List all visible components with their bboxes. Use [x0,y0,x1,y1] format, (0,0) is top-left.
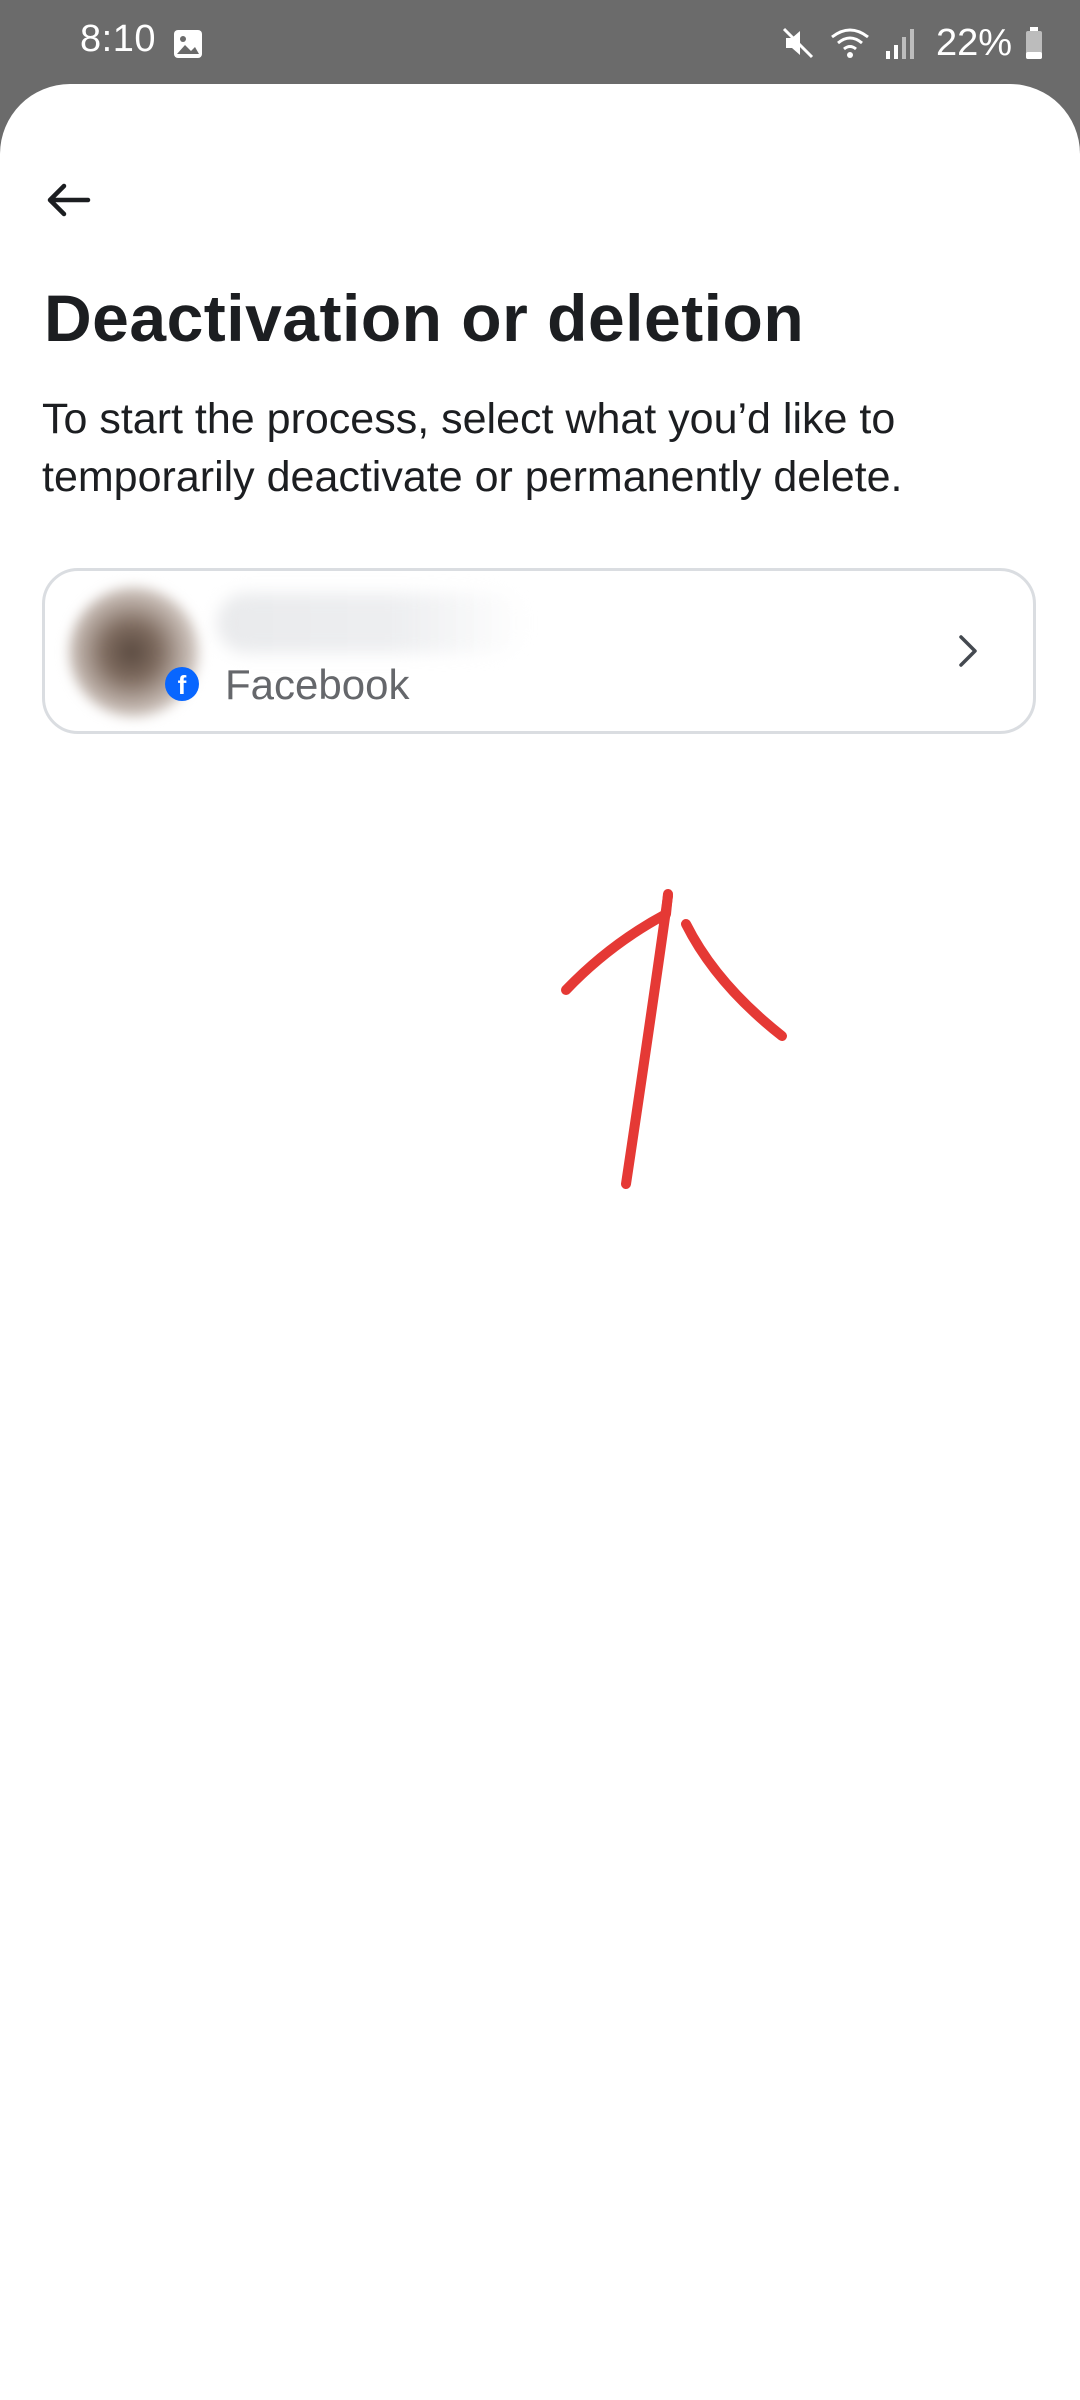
status-icons: 22% [780,18,1044,68]
mute-icon [782,27,813,59]
back-button[interactable] [32,164,104,236]
account-name [217,593,527,653]
chevron-right-icon [959,635,977,667]
gallery-icon [174,30,202,58]
status-time: 8:10 [80,18,156,60]
facebook-account-card[interactable]: f Facebook [42,568,1036,734]
battery-percent: 22% [935,21,1012,64]
battery-icon [1026,27,1042,59]
facebook-logo-icon: f [165,667,199,701]
status-bar: 8:10 22% [0,0,1080,86]
red-arrow-icon [561,889,787,1189]
main-sheet: Deactivation or deletion To start the pr… [0,84,1080,2400]
wifi-icon [831,28,869,58]
page-title: Deactivation or deletion [44,281,805,355]
account-platform-label: Facebook [225,661,410,708]
back-arrow-icon [47,183,91,217]
page-subtitle: To start the process, select what you’d … [42,395,903,501]
signal-icon [885,29,914,59]
